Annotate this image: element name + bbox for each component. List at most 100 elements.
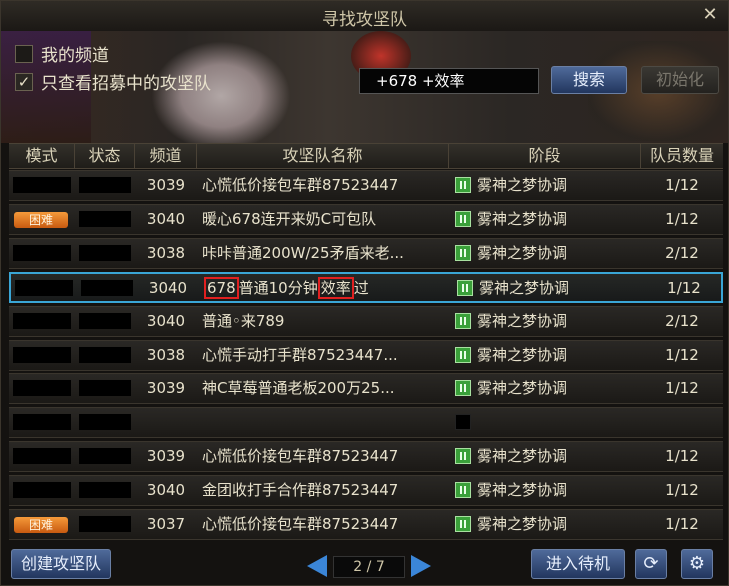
- stage-text: 雾神之梦协调: [477, 346, 568, 364]
- mode-redacted: [13, 414, 71, 430]
- stage-status-icon: [455, 380, 471, 396]
- table-row[interactable]: 3039 心慌低价接包车群87523447 雾神之梦协调 1/12: [9, 170, 723, 201]
- my-channel-label: 我的频道: [41, 46, 109, 66]
- stage-text: 雾神之梦协调: [477, 515, 568, 533]
- table-row[interactable]: 3040 普通◦来789 雾神之梦协调 2/12: [9, 306, 723, 337]
- members-cell: 1/12: [665, 515, 699, 533]
- table-row[interactable]: 3040 金团收打手合作群87523447 雾神之梦协调 1/12: [9, 475, 723, 506]
- team-name-cell: 心慌手动打手群87523447...: [202, 346, 398, 364]
- col-members[interactable]: 队员数量: [641, 144, 723, 168]
- channel-cell: 3038: [146, 244, 186, 262]
- find-raid-team-window: 寻找攻坚队 ✕ 我的频道 ✓ 只查看招募中的攻坚队 +678 +效率 搜索 初始…: [0, 0, 729, 586]
- channel-cell: 3040: [148, 279, 188, 297]
- col-channel[interactable]: 频道: [135, 144, 197, 168]
- search-button[interactable]: 搜索: [551, 66, 627, 94]
- stage-status-icon: [455, 414, 471, 430]
- prev-page-icon[interactable]: [307, 555, 327, 577]
- stage-status-icon: [455, 482, 471, 498]
- stage-text: 雾神之梦协调: [477, 312, 568, 330]
- status-redacted: [79, 380, 131, 396]
- stage-status-icon: [455, 313, 471, 329]
- keyword-highlight: 678: [204, 277, 239, 299]
- channel-cell: 3040: [146, 312, 186, 330]
- stage-text: 雾神之梦协调: [477, 176, 568, 194]
- stage-status-icon: [455, 448, 471, 464]
- col-team-name[interactable]: 攻坚队名称: [197, 144, 449, 168]
- table-row[interactable]: 3038 心慌手动打手群87523447... 雾神之梦协调 1/12: [9, 340, 723, 371]
- mode-redacted: [13, 448, 71, 464]
- col-stage[interactable]: 阶段: [449, 144, 641, 168]
- page-current: 2: [353, 559, 363, 575]
- title-bar[interactable]: 寻找攻坚队 ✕: [1, 1, 728, 32]
- stage-cell: 雾神之梦协调: [455, 442, 641, 471]
- team-name-cell: 暖心678连开来奶C可包队: [202, 210, 377, 228]
- table-header: 模式 状态 频道 攻坚队名称 阶段 队员数量: [9, 143, 723, 169]
- search-input[interactable]: +678 +效率: [359, 68, 539, 94]
- team-name-cell: [202, 408, 448, 437]
- mode-redacted: [13, 177, 71, 193]
- channel-cell: 3040: [146, 210, 186, 228]
- channel-cell: 3037: [146, 515, 186, 533]
- enter-queue-button[interactable]: 进入待机: [531, 549, 625, 579]
- mode-redacted: [13, 482, 71, 498]
- stage-cell: 雾神之梦协调: [455, 307, 641, 336]
- table-row[interactable]: 困难 3037 心慌低价接包车群87523447 雾神之梦协调 1/12: [9, 509, 723, 540]
- team-name-cell: 心慌低价接包车群87523447: [202, 515, 399, 533]
- stage-cell: 雾神之梦协调: [455, 476, 641, 505]
- stage-status-icon: [455, 516, 471, 532]
- channel-cell: 3039: [146, 379, 186, 397]
- table-row[interactable]: [9, 407, 723, 438]
- team-name-cell: 心慌低价接包车群87523447: [202, 447, 399, 465]
- stage-text: 雾神之梦协调: [477, 210, 568, 228]
- mode-redacted: [13, 347, 71, 363]
- team-name-text: 普通10分钟: [238, 279, 318, 297]
- stage-cell: [455, 408, 641, 437]
- close-icon[interactable]: ✕: [700, 5, 720, 25]
- team-name-text: 过: [353, 279, 369, 297]
- status-redacted: [79, 177, 131, 193]
- table-row[interactable]: 3039 神C草莓普通老板200万25... 雾神之梦协调 1/12: [9, 373, 723, 404]
- next-page-icon[interactable]: [411, 555, 431, 577]
- col-mode[interactable]: 模式: [9, 144, 75, 168]
- my-channel-filter[interactable]: 我的频道: [15, 41, 109, 66]
- recruiting-only-checkbox[interactable]: ✓: [15, 72, 33, 91]
- mode-redacted: [13, 313, 71, 329]
- stage-status-icon: [455, 211, 471, 227]
- refresh-icon[interactable]: ⟳: [635, 549, 667, 579]
- channel-cell: [135, 408, 197, 437]
- recruiting-only-label: 只查看招募中的攻坚队: [41, 74, 211, 94]
- channel-cell: 3039: [146, 176, 186, 194]
- stage-status-icon: [457, 280, 473, 296]
- table-row[interactable]: 3039 心慌低价接包车群87523447 雾神之梦协调 1/12: [9, 441, 723, 472]
- table-row[interactable]: 3040 678 普通10分钟 效率过 雾神之梦协调 1/12: [9, 272, 723, 303]
- members-cell: 1/12: [665, 447, 699, 465]
- mode-redacted: [13, 245, 71, 261]
- recruiting-only-filter[interactable]: ✓ 只查看招募中的攻坚队: [15, 69, 211, 94]
- stage-status-icon: [455, 177, 471, 193]
- members-cell: 1/12: [665, 210, 699, 228]
- members-cell: 2/12: [665, 244, 699, 262]
- team-name-cell: 咔咔普通200W/25矛盾来老...: [202, 244, 404, 262]
- status-redacted: [81, 280, 133, 296]
- page-separator: /: [366, 559, 372, 575]
- team-name-cell: 普通◦来789: [202, 312, 285, 330]
- col-status[interactable]: 状态: [75, 144, 135, 168]
- table-row[interactable]: 3038 咔咔普通200W/25矛盾来老... 雾神之梦协调 2/12: [9, 238, 723, 269]
- status-redacted: [79, 516, 131, 532]
- members-cell: [641, 408, 723, 437]
- keyword-highlight: 效率: [317, 277, 354, 299]
- settings-gear-icon[interactable]: ⚙: [681, 549, 713, 579]
- status-redacted: [79, 347, 131, 363]
- create-raid-team-button[interactable]: 创建攻坚队: [11, 549, 111, 579]
- mode-redacted: [15, 280, 73, 296]
- stage-cell: 雾神之梦协调: [457, 274, 643, 303]
- stage-cell: 雾神之梦协调: [455, 205, 641, 234]
- my-channel-checkbox[interactable]: [15, 44, 33, 63]
- stage-cell: 雾神之梦协调: [455, 239, 641, 268]
- table-row[interactable]: 困难 3040 暖心678连开来奶C可包队 雾神之梦协调 1/12: [9, 204, 723, 235]
- reset-button[interactable]: 初始化: [641, 66, 719, 94]
- team-name-cell: 金团收打手合作群87523447: [202, 481, 399, 499]
- status-redacted: [79, 482, 131, 498]
- channel-cell: 3039: [146, 447, 186, 465]
- stage-text: 雾神之梦协调: [479, 279, 570, 297]
